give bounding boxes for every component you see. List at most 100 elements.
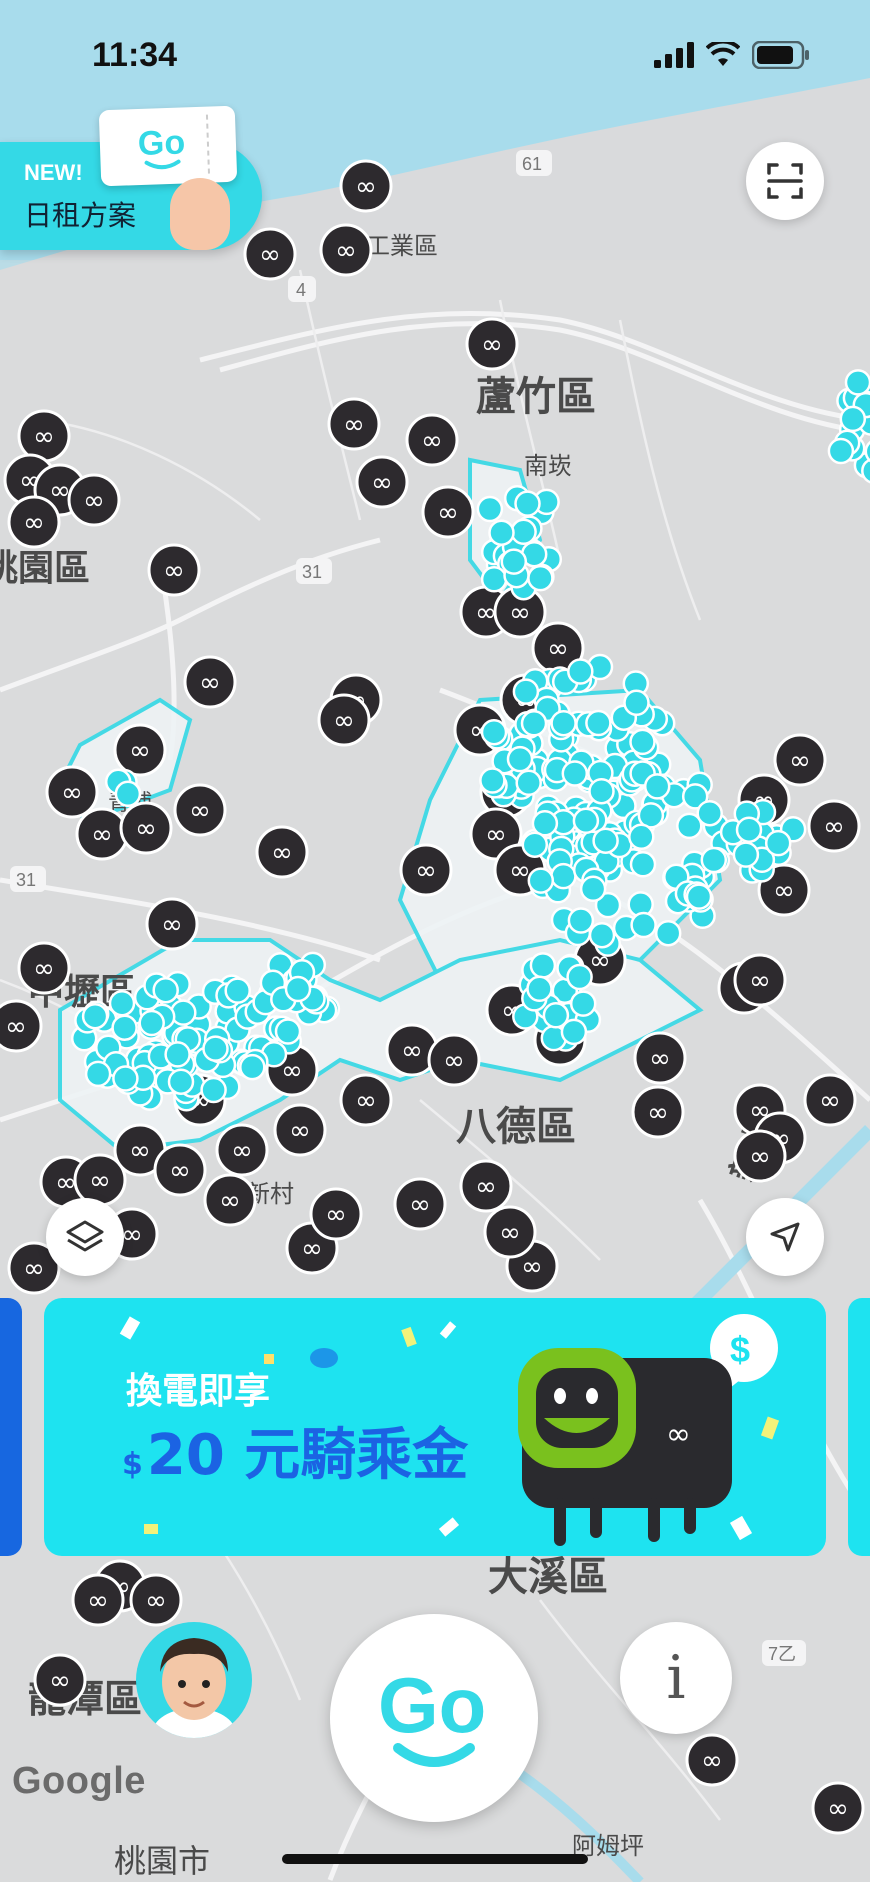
scooter-marker[interactable] [628,823,655,851]
scooter-marker[interactable] [108,989,136,1017]
scooter-marker[interactable] [152,976,179,1004]
station-marker[interactable]: ∞ [803,1073,857,1127]
station-marker[interactable]: ∞ [355,455,409,509]
scooter-marker[interactable] [239,1053,266,1081]
scooter-marker[interactable] [526,975,553,1003]
scooter-marker[interactable] [579,875,607,903]
station-marker[interactable]: ∞ [113,723,167,777]
scooter-marker[interactable] [629,851,657,878]
station-marker[interactable]: ∞ [173,783,227,837]
next-banner-peek[interactable] [848,1298,870,1556]
station-marker[interactable]: ∞ [405,413,459,467]
scooter-marker[interactable] [529,952,557,979]
battery-swap-banner[interactable]: $ ∞ 換電即享 $20 元騎乘金 [44,1298,826,1556]
scooter-marker[interactable] [284,975,312,1003]
scooter-marker[interactable] [764,829,792,857]
scooter-marker[interactable] [514,490,541,517]
station-marker[interactable]: ∞ [153,1143,207,1197]
scooter-marker[interactable] [488,519,515,546]
scooter-marker[interactable] [274,1018,302,1045]
station-marker[interactable]: ∞ [273,1103,327,1157]
station-marker[interactable]: ∞ [319,223,373,277]
scooter-marker[interactable] [572,807,600,835]
station-marker[interactable]: ∞ [203,1173,257,1227]
scooter-marker[interactable] [479,767,506,794]
scooter-marker[interactable] [138,1009,165,1037]
scooter-marker[interactable] [84,1060,112,1088]
scooter-marker[interactable] [527,564,554,592]
station-marker[interactable]: ∞ [119,801,173,855]
scooter-marker[interactable] [527,867,555,894]
scooter-marker[interactable] [114,780,142,808]
scooter-marker[interactable] [480,566,508,593]
station-marker[interactable]: ∞ [17,409,71,463]
station-marker[interactable]: ∞ [733,1129,787,1183]
station-marker[interactable]: ∞ [421,485,475,539]
scooter-marker[interactable] [839,405,867,433]
station-marker[interactable]: ∞ [807,799,861,853]
station-marker[interactable]: ∞ [309,1187,363,1241]
scooter-marker[interactable] [700,846,728,874]
locate-me-button[interactable] [746,1198,824,1276]
scooter-marker[interactable] [200,1076,227,1104]
scooter-marker[interactable] [654,919,682,947]
scooter-marker[interactable] [515,769,542,797]
scooter-marker[interactable] [827,437,855,465]
scooter-marker[interactable] [550,709,577,737]
scooter-marker[interactable] [550,862,577,890]
station-marker[interactable]: ∞ [255,825,309,879]
scooter-marker[interactable] [476,495,504,523]
scooter-marker[interactable] [569,990,597,1017]
scooter-marker[interactable] [167,1068,195,1095]
station-marker[interactable]: ∞ [465,317,519,371]
scooter-marker[interactable] [521,831,549,858]
scooter-marker[interactable] [588,777,615,805]
station-marker[interactable]: ∞ [317,693,371,747]
station-marker[interactable]: ∞ [7,495,61,549]
station-marker[interactable]: ∞ [327,397,381,451]
scooter-marker[interactable] [623,689,650,717]
scooter-marker[interactable] [542,1002,570,1029]
scooter-marker[interactable] [732,841,760,868]
scooter-marker[interactable] [500,548,528,575]
scooter-marker[interactable] [510,518,537,546]
station-marker[interactable]: ∞ [631,1085,685,1139]
scooter-marker[interactable] [643,773,671,800]
scooter-marker[interactable] [164,1041,191,1068]
station-marker[interactable]: ∞ [75,807,129,861]
scooter-marker[interactable] [566,963,593,991]
station-marker[interactable]: ∞ [459,1159,513,1213]
prev-banner-peek[interactable] [0,1298,22,1556]
station-marker[interactable]: ∞ [399,843,453,897]
station-marker[interactable]: ∞ [0,999,43,1053]
scooter-marker[interactable] [224,977,251,1004]
scooter-marker[interactable] [81,1002,109,1030]
info-button[interactable]: i [620,1622,732,1734]
scan-button[interactable] [746,142,824,220]
scooter-marker[interactable] [630,911,657,939]
scooter-marker[interactable] [629,728,656,756]
scooter-marker[interactable] [512,678,540,705]
station-marker[interactable]: ∞ [147,543,201,597]
scooter-marker[interactable] [567,658,594,685]
station-marker[interactable]: ∞ [243,227,297,281]
station-marker[interactable]: ∞ [339,1073,393,1127]
scooter-marker[interactable] [696,799,723,827]
scooter-marker[interactable] [844,369,870,396]
scooter-marker[interactable] [685,883,713,910]
station-marker[interactable]: ∞ [67,473,121,527]
scooter-marker[interactable] [561,760,589,787]
scooter-marker[interactable] [567,907,595,934]
station-marker[interactable]: ∞ [45,765,99,819]
scooter-marker[interactable] [520,710,548,737]
station-marker[interactable]: ∞ [145,897,199,951]
station-marker[interactable]: ∞ [427,1033,481,1087]
scooter-marker[interactable] [592,827,619,854]
go-button[interactable]: Go [330,1614,538,1822]
scooter-marker[interactable] [202,1035,229,1062]
scooter-marker[interactable] [735,816,763,843]
scooter-marker[interactable] [111,1014,138,1041]
station-marker[interactable]: ∞ [17,941,71,995]
station-marker[interactable]: ∞ [215,1123,269,1177]
scooter-marker[interactable] [585,709,612,737]
